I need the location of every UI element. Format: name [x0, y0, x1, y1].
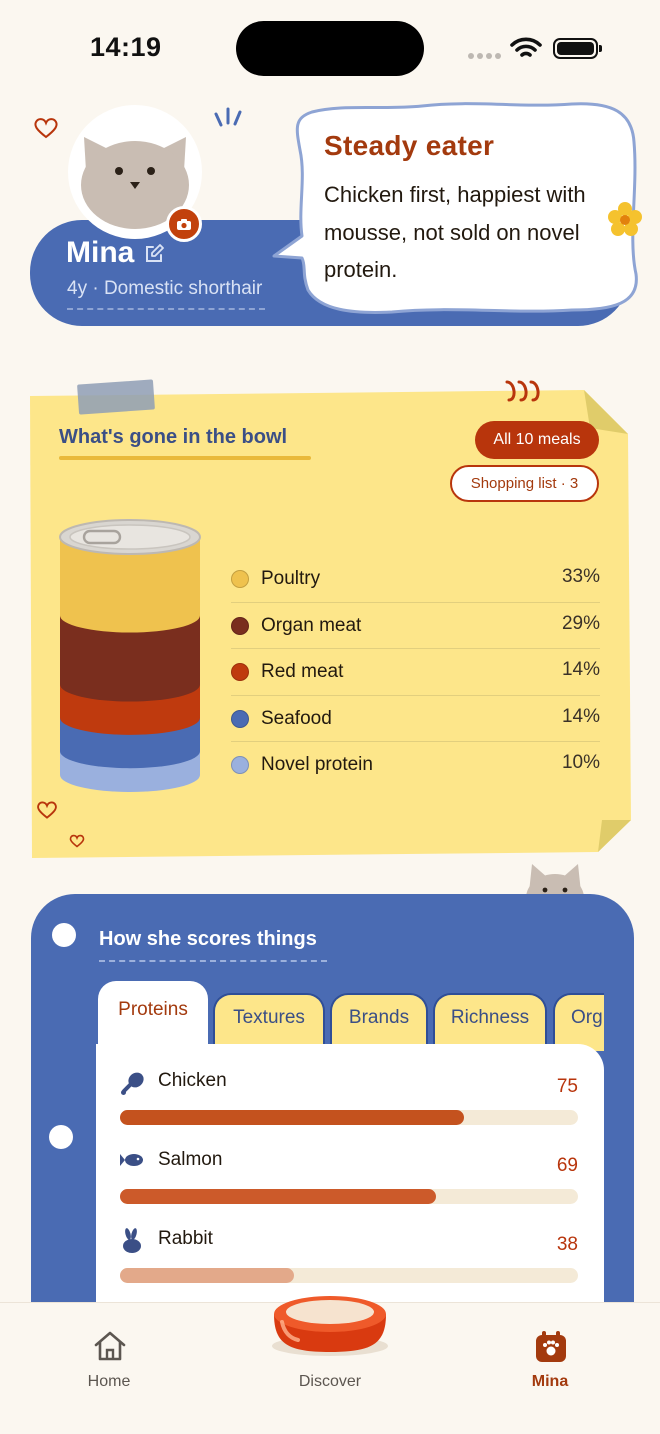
discover-bowl-icon[interactable]	[268, 1288, 392, 1358]
legend-name: Organ meat	[261, 614, 362, 636]
legend-row-poultry: Poultry 33%	[231, 556, 600, 603]
score-row-salmon[interactable]: Salmon 69	[96, 1129, 604, 1208]
heart-doodle-icon	[69, 834, 85, 848]
legend-row-seafood: Seafood 14%	[231, 696, 600, 742]
legend-row-organ-meat: Organ meat 29%	[231, 603, 600, 649]
scores-tabs: Org Richness Brands Textures Proteins	[98, 981, 604, 1051]
cat-calendar-icon[interactable]	[534, 1330, 568, 1364]
heart-doodle-icon	[37, 801, 57, 819]
sparkle-doodle-icon	[214, 107, 242, 127]
legend-percent: 14%	[561, 659, 600, 680]
bowl-legend: Poultry 33% Organ meat 29% Red meat 14% …	[231, 556, 600, 789]
score-name: Salmon	[158, 1149, 223, 1170]
legend-name: Poultry	[261, 568, 321, 589]
legend-dot	[231, 709, 249, 728]
bowl-title: What's gone in the bowl	[59, 426, 288, 448]
profile-divider	[67, 308, 265, 310]
heart-doodle-icon	[34, 118, 58, 139]
bubble-text: Chicken first, happiest with mousse, not…	[324, 182, 586, 282]
score-value: 69	[556, 1155, 578, 1176]
tab-proteins[interactable]: Proteins	[98, 981, 208, 1051]
camera-icon	[177, 218, 191, 230]
tab-brands[interactable]: Brands	[330, 993, 428, 1051]
fish-icon	[120, 1154, 143, 1166]
score-value: 75	[556, 1076, 578, 1097]
tab-textures[interactable]: Textures	[213, 993, 325, 1051]
legend-dot	[231, 663, 249, 681]
scores-title-divider	[99, 960, 327, 962]
legend-percent: 14%	[561, 705, 600, 727]
score-value: 38	[556, 1234, 578, 1255]
nav-mina-label[interactable]: Mina	[490, 1373, 610, 1391]
score-bar	[120, 1110, 464, 1125]
bowl-title-underline	[59, 456, 311, 460]
status-time: 14:19	[90, 32, 162, 62]
all-meals-button[interactable]: All 10 meals	[475, 421, 599, 459]
legend-dot	[231, 616, 249, 635]
score-row-rabbit[interactable]: Rabbit 38	[96, 1208, 604, 1287]
signal-icon	[468, 53, 502, 59]
legend-dot	[231, 570, 249, 588]
score-name: Rabbit	[158, 1228, 213, 1249]
nav-discover-label[interactable]: Discover	[270, 1373, 390, 1391]
status-bar: 14:19	[0, 0, 660, 96]
shopping-list-button[interactable]: Shopping list · 3	[450, 465, 599, 502]
score-track	[120, 1268, 578, 1283]
change-photo-button[interactable]	[166, 206, 202, 242]
profile-name: Mina	[66, 236, 135, 269]
score-bar	[120, 1268, 295, 1283]
profile-subtitle: 4y · Domestic shorthair	[67, 278, 263, 299]
score-row-chicken[interactable]: Chicken 75	[96, 1050, 604, 1129]
battery-icon	[553, 38, 602, 59]
wifi-icon	[510, 37, 542, 57]
score-name: Chicken	[158, 1070, 227, 1091]
punch-hole	[52, 923, 76, 947]
drumstick-icon	[121, 1072, 144, 1095]
home-icon[interactable]	[93, 1330, 127, 1362]
edit-name-icon[interactable]	[144, 244, 164, 264]
bowl-composition-can	[59, 519, 201, 792]
legend-dot	[231, 756, 249, 774]
legend-name: Seafood	[261, 707, 332, 729]
nav-home-label[interactable]: Home	[49, 1373, 169, 1391]
legend-name: Red meat	[261, 661, 344, 682]
rabbit-icon	[123, 1228, 141, 1253]
score-track	[120, 1110, 578, 1125]
legend-name: Novel protein	[261, 754, 373, 775]
legend-percent: 10%	[561, 752, 600, 773]
bubble-title: Steady eater	[324, 130, 495, 161]
can-lid-inner	[69, 524, 191, 550]
tab-richness[interactable]: Richness	[433, 993, 547, 1051]
tape-decoration	[77, 379, 155, 415]
legend-percent: 29%	[561, 612, 600, 634]
squiggle-doodle-icon	[505, 380, 540, 402]
flower-icon	[608, 202, 642, 236]
score-bar	[120, 1189, 437, 1204]
legend-row-novel-protein: Novel protein 10%	[231, 742, 600, 789]
score-track	[120, 1189, 578, 1204]
legend-percent: 33%	[561, 566, 600, 587]
tab-org[interactable]: Org	[553, 993, 604, 1051]
legend-row-red-meat: Red meat 14%	[231, 649, 600, 696]
punch-hole	[49, 1125, 73, 1149]
scores-title: How she scores things	[99, 928, 317, 950]
dynamic-island	[236, 21, 424, 76]
